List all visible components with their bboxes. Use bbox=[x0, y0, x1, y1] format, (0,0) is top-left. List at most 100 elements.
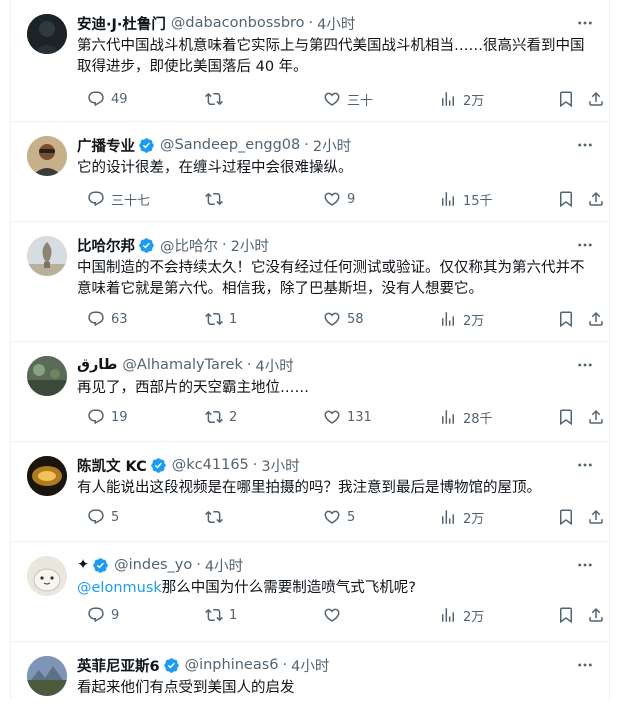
heart-icon bbox=[323, 408, 341, 426]
views-button[interactable]: 2万 bbox=[439, 88, 484, 110]
views-button[interactable]: 2万 bbox=[439, 506, 484, 528]
like-button[interactable]: 三十 bbox=[323, 88, 373, 110]
views-button[interactable]: 28千 bbox=[439, 406, 493, 428]
timestamp[interactable]: 4小时 bbox=[255, 355, 293, 376]
more-options-icon[interactable] bbox=[575, 455, 595, 475]
display-name[interactable]: 陈凯文 KC bbox=[77, 455, 147, 476]
avatar[interactable] bbox=[27, 14, 67, 54]
reply-button[interactable]: 9 bbox=[87, 604, 119, 626]
display-name[interactable]: ✦ bbox=[77, 557, 89, 573]
mention-link[interactable]: @elonmusk bbox=[77, 580, 162, 596]
reply-button[interactable]: 三十七 bbox=[87, 188, 150, 210]
timestamp[interactable]: 4小时 bbox=[291, 655, 329, 676]
handle[interactable]: @AlhamalyTarek bbox=[122, 357, 242, 373]
like-button[interactable]: 131 bbox=[323, 406, 372, 428]
share-button[interactable] bbox=[587, 406, 605, 428]
more-options-icon[interactable] bbox=[575, 555, 595, 575]
more-options-icon[interactable] bbox=[575, 355, 595, 375]
bookmark-button[interactable] bbox=[557, 308, 575, 330]
bar-chart-icon bbox=[439, 508, 457, 526]
timestamp[interactable]: 4小时 bbox=[205, 555, 243, 576]
view-count: 2万 bbox=[463, 93, 485, 109]
avatar[interactable] bbox=[27, 656, 67, 696]
display-name[interactable]: طارق bbox=[77, 357, 117, 373]
retweet-count: 1 bbox=[229, 311, 238, 327]
verified-badge-icon bbox=[163, 657, 180, 674]
tweet[interactable]: ✦ @indes_yo · 4小时 @elonmusk那么中国为什么需要制造喷气… bbox=[11, 542, 609, 642]
bar-chart-icon bbox=[439, 190, 457, 208]
avatar[interactable] bbox=[27, 356, 67, 396]
tweet[interactable]: 广播专业 @Sandeep_engg08 · 2小时 它的设计很差，在缠斗过程中… bbox=[11, 122, 609, 222]
views-button[interactable]: 15千 bbox=[439, 188, 493, 210]
more-options-icon[interactable] bbox=[575, 13, 595, 33]
handle[interactable]: @inphineas6 bbox=[185, 657, 279, 673]
retweet-button[interactable] bbox=[205, 188, 229, 210]
retweet-icon bbox=[205, 310, 223, 328]
retweet-button[interactable]: 2 bbox=[205, 406, 237, 428]
view-count: 15千 bbox=[463, 193, 493, 209]
retweet-button[interactable] bbox=[205, 88, 229, 110]
share-button[interactable] bbox=[587, 604, 605, 626]
like-button[interactable]: 58 bbox=[323, 308, 364, 330]
display-name[interactable]: 广播专业 bbox=[77, 135, 135, 156]
handle[interactable]: @Sandeep_engg08 bbox=[160, 137, 300, 153]
reply-button[interactable]: 49 bbox=[87, 88, 128, 110]
handle[interactable]: @kc41165 bbox=[172, 457, 249, 473]
retweet-icon bbox=[205, 606, 223, 624]
avatar[interactable] bbox=[27, 456, 67, 496]
retweet-button[interactable]: 1 bbox=[205, 604, 237, 626]
reply-count: 49 bbox=[111, 91, 128, 107]
timestamp[interactable]: 2小时 bbox=[313, 135, 351, 156]
more-options-icon[interactable] bbox=[575, 235, 595, 255]
like-button[interactable]: 9 bbox=[323, 188, 355, 210]
bookmark-button[interactable] bbox=[557, 188, 575, 210]
reply-icon bbox=[87, 606, 105, 624]
heart-icon bbox=[323, 90, 341, 108]
tweet[interactable]: طارق @AlhamalyTarek · 4小时 再见了，西部片的天空霸主地位… bbox=[11, 342, 609, 442]
timestamp[interactable]: 4小时 bbox=[317, 13, 355, 34]
handle[interactable]: @indes_yo bbox=[114, 557, 192, 573]
bookmark-button[interactable] bbox=[557, 406, 575, 428]
retweet-button[interactable]: 1 bbox=[205, 308, 237, 330]
bookmark-button[interactable] bbox=[557, 88, 575, 110]
bookmark-button[interactable] bbox=[557, 506, 575, 528]
more-options-icon[interactable] bbox=[575, 135, 595, 155]
retweet-icon bbox=[205, 408, 223, 426]
like-button[interactable]: 5 bbox=[323, 506, 355, 528]
retweet-icon bbox=[205, 190, 223, 208]
tweet[interactable]: 安迪·J·杜鲁门 @dabaconbossbro · 4小时 第六代中国战斗机意… bbox=[11, 0, 609, 122]
share-button[interactable] bbox=[587, 506, 605, 528]
display-name[interactable]: 安迪·J·杜鲁门 bbox=[77, 13, 166, 34]
tweet[interactable]: 比哈尔邦 @比哈尔 · 2小时 中国制造的不会持续太久！它没有经过任何测试或验证… bbox=[11, 222, 609, 342]
like-count: 三十 bbox=[347, 93, 374, 109]
timestamp[interactable]: 2小时 bbox=[231, 235, 269, 256]
tweet-text: @elonmusk那么中国为什么需要制造喷气式飞机呢? bbox=[77, 578, 591, 599]
tweet-text: 再见了，西部片的天空霸主地位…… bbox=[77, 380, 309, 396]
handle[interactable]: @比哈尔 bbox=[160, 235, 218, 256]
avatar[interactable] bbox=[27, 136, 67, 176]
reply-button[interactable]: 5 bbox=[87, 506, 119, 528]
share-icon bbox=[587, 190, 605, 208]
heart-icon bbox=[323, 606, 341, 624]
display-name[interactable]: 英菲尼亚斯6 bbox=[77, 655, 160, 676]
handle[interactable]: @dabaconbossbro bbox=[171, 15, 305, 31]
views-button[interactable]: 2万 bbox=[439, 604, 484, 626]
share-button[interactable] bbox=[587, 88, 605, 110]
more-options-icon[interactable] bbox=[575, 655, 595, 675]
tweet[interactable]: 陈凯文 KC @kc41165 · 3小时 有人能说出这段视频是在哪里拍摄的吗？… bbox=[11, 442, 609, 542]
reply-button[interactable]: 19 bbox=[87, 406, 128, 428]
tweet[interactable]: 英菲尼亚斯6 @inphineas6 · 4小时 看起来他们有点受到美国人的启发 bbox=[11, 642, 609, 712]
share-button[interactable] bbox=[587, 308, 605, 330]
share-button[interactable] bbox=[587, 188, 605, 210]
reply-button[interactable]: 63 bbox=[87, 308, 128, 330]
like-button[interactable] bbox=[323, 604, 347, 626]
views-button[interactable]: 2万 bbox=[439, 308, 484, 330]
share-icon bbox=[587, 606, 605, 624]
avatar[interactable] bbox=[27, 556, 67, 596]
share-icon bbox=[587, 408, 605, 426]
timestamp[interactable]: 3小时 bbox=[261, 455, 299, 476]
avatar[interactable] bbox=[27, 236, 67, 276]
display-name[interactable]: 比哈尔邦 bbox=[77, 235, 135, 256]
retweet-button[interactable] bbox=[205, 506, 229, 528]
bookmark-button[interactable] bbox=[557, 604, 575, 626]
